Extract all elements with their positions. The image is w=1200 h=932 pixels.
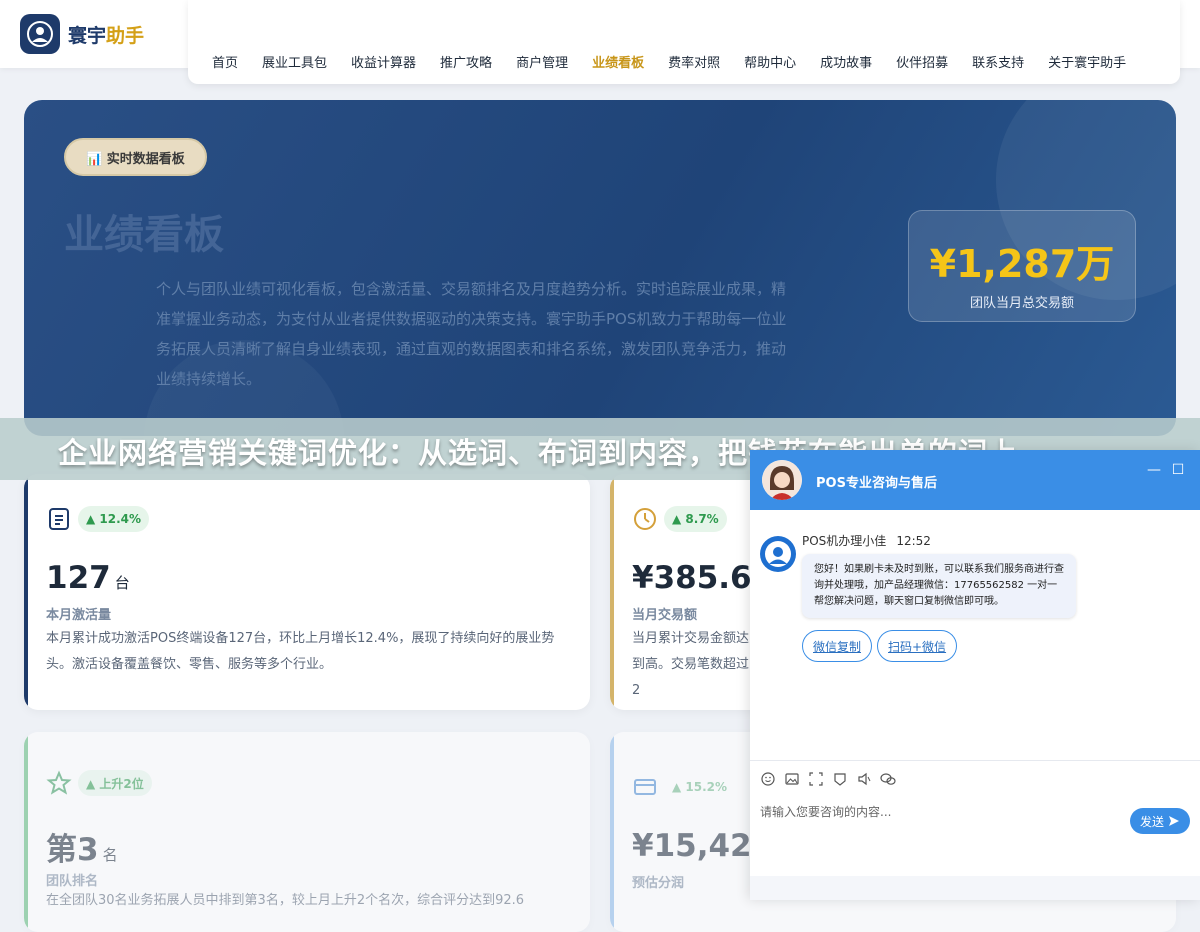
stat-card-activation: ▲ 12.4% 127 台 本月激活量 本月累计成功激活POS终端设备127台，环… — [24, 474, 590, 710]
clock-icon — [632, 506, 658, 532]
logo-text-accent: 助手 — [106, 24, 145, 47]
wechat-icon[interactable] — [880, 771, 896, 787]
nav-item-merchants[interactable]: 商户管理 — [504, 52, 580, 71]
image-icon[interactable] — [784, 771, 800, 787]
agent-avatar — [762, 460, 802, 500]
chat-title: POS专业咨询与售后 — [816, 476, 937, 491]
hero-description: 个人与团队业绩可视化看板，包含激活量、交易额排名及月度趋势分析。实时追踪展业成果… — [156, 280, 787, 388]
card-name: 团队排名 — [46, 874, 99, 889]
trend-badge: ▲ 8.7% — [664, 506, 727, 532]
chat-footer — [750, 876, 1200, 900]
card-value: 127 台 — [46, 560, 130, 596]
star-icon — [46, 770, 72, 796]
message-time: 12:52 — [896, 534, 931, 548]
card-accent-bar — [24, 732, 28, 932]
hero-badge: 📊 实时数据看板 — [64, 138, 207, 176]
nav-item-promotion[interactable]: 推广攻略 — [428, 52, 504, 71]
card-value-number: 第3 — [46, 832, 99, 868]
chat-widget: POS专业咨询与售后 — ☐ POS机办理小佳 12:52 您好！如果刷卡未及时到… — [750, 450, 1200, 900]
send-arrow-icon — [1169, 816, 1179, 826]
user-logo-icon — [20, 14, 60, 54]
screenshot-icon[interactable] — [808, 771, 824, 787]
hero-stat-label: 团队当月总交易额 — [969, 296, 1074, 311]
card-name: 本月激活量 — [46, 608, 112, 623]
credit-card-icon — [632, 774, 658, 800]
maximize-icon[interactable]: ☐ — [1170, 462, 1186, 478]
chat-toolbar — [750, 760, 1200, 796]
copy-wechat-button[interactable]: 微信复制 — [802, 630, 873, 662]
nav-item-dashboard[interactable]: 业绩看板 — [580, 52, 656, 71]
stat-card-ranking: ▲ 上升2位 第3 名 团队排名 在全团队30名业务拓展人员中排到第3名，较上月上… — [24, 732, 590, 932]
send-button[interactable]: 发送 — [1130, 808, 1190, 834]
send-button-label: 发送 — [1139, 814, 1164, 829]
rating-icon[interactable] — [832, 771, 848, 787]
nav-item-help[interactable]: 帮助中心 — [732, 52, 808, 71]
nav-item-stories[interactable]: 成功故事 — [808, 52, 884, 71]
trend-badge: ▲ 12.4% — [78, 506, 150, 532]
card-description: 当月累计交易金额达到高。交易笔数超过2 — [632, 631, 750, 698]
page-title: 业绩看板 — [64, 212, 224, 258]
logo-text: 寰宇助手 — [68, 21, 144, 48]
logo-text-main: 寰宇 — [68, 24, 107, 47]
message-bubble: 您好！如果刷卡未及时到账，可以联系我们服务商进行查询并处理哦，加产品经理微信：1… — [802, 554, 1076, 618]
minimize-icon[interactable]: — — [1146, 462, 1162, 478]
card-value: 第3 名 — [46, 824, 118, 869]
nav-item-support[interactable]: 联系支持 — [960, 52, 1036, 71]
emoji-icon[interactable] — [760, 771, 776, 787]
trend-badge: ▲ 上升2位 — [78, 770, 152, 796]
card-name: 当月交易额 — [632, 608, 698, 623]
card-description: 本月累计成功激活POS终端设备127台，环比上月增长12.4%，展现了持续向好的… — [46, 631, 555, 672]
nav-item-about[interactable]: 关于寰宇助手 — [1036, 52, 1138, 71]
card-accent-bar — [610, 474, 614, 710]
agent-message-avatar — [760, 536, 796, 572]
document-icon — [46, 506, 72, 532]
card-name: 预估分润 — [632, 876, 685, 891]
card-value-unit: 台 — [114, 574, 130, 592]
card-accent-bar — [24, 474, 28, 710]
chat-input[interactable] — [760, 800, 1120, 824]
main-nav: 首页 展业工具包 收益计算器 推广攻略 商户管理 业绩看板 费率对照 帮助中心 … — [200, 52, 1138, 71]
agent-name: POS机办理小佳 — [802, 534, 887, 548]
hero-stat-value: ¥1,287万 — [929, 242, 1115, 286]
message-meta: POS机办理小佳 12:52 — [802, 532, 931, 549]
sound-icon[interactable] — [856, 771, 872, 787]
card-accent-bar — [610, 732, 614, 932]
card-value-number: ¥385.6 — [632, 560, 752, 596]
nav-item-toolkit[interactable]: 展业工具包 — [250, 52, 339, 71]
card-value-number: 127 — [46, 560, 111, 596]
card-description: 在全团队30名业务拓展人员中排到第3名，较上月上升2个名次，综合评分达到92.6 — [46, 893, 525, 908]
nav-item-calculator[interactable]: 收益计算器 — [339, 52, 428, 71]
hero-stat-card: ¥1,287万 团队当月总交易额 — [908, 210, 1136, 322]
nav-item-partners[interactable]: 伙伴招募 — [884, 52, 960, 71]
nav-item-rates[interactable]: 费率对照 — [656, 52, 732, 71]
nav-item-home[interactable]: 首页 — [200, 52, 250, 71]
card-value-unit: 名 — [102, 846, 118, 864]
hero-section: 📊 实时数据看板 业绩看板 个人与团队业绩可视化看板，包含激活量、交易额排名及月… — [24, 100, 1176, 436]
trend-badge: ▲ 15.2% — [672, 780, 728, 794]
nav-panel: 首页 展业工具包 收益计算器 推广攻略 商户管理 业绩看板 费率对照 帮助中心 … — [188, 0, 1180, 84]
scan-wechat-button[interactable]: 扫码+微信 — [877, 630, 958, 662]
chat-header: POS专业咨询与售后 — ☐ — [750, 450, 1200, 510]
logo[interactable]: 寰宇助手 — [20, 14, 144, 54]
